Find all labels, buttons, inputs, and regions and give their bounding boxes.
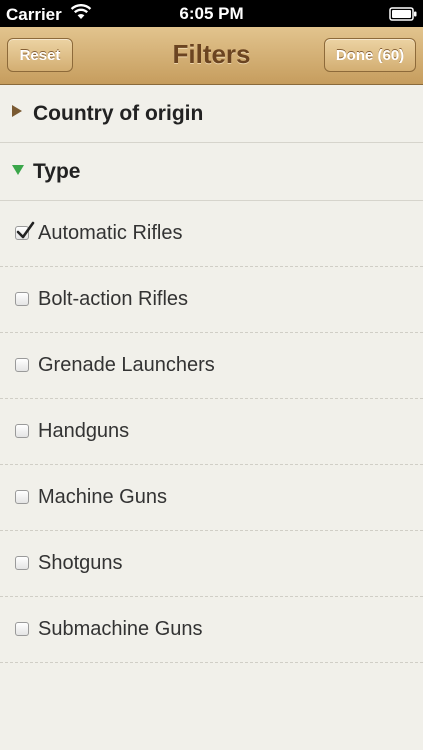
- navigation-bar: Reset Filters Done (60): [0, 27, 423, 85]
- filter-item-machine-guns[interactable]: Machine Guns: [0, 465, 423, 531]
- section-type[interactable]: Type: [0, 143, 423, 201]
- section-label: Type: [33, 159, 81, 183]
- checkbox[interactable]: [15, 424, 29, 438]
- filter-item-shotguns[interactable]: Shotguns: [0, 531, 423, 597]
- filter-item-automatic-rifles[interactable]: Automatic Rifles: [0, 201, 423, 267]
- done-button[interactable]: Done (60): [324, 38, 416, 72]
- filter-item-handguns[interactable]: Handguns: [0, 399, 423, 465]
- status-bar: Carrier 6:05 PM: [0, 0, 423, 27]
- disclosure-down-icon: [11, 163, 25, 181]
- filter-item-label: Shotguns: [38, 552, 123, 574]
- status-time: 6:05 PM: [179, 4, 244, 23]
- filter-item-label: Submachine Guns: [38, 618, 203, 640]
- filter-list: Country of origin Type Automatic Rifles …: [0, 85, 423, 663]
- filter-item-submachine-guns[interactable]: Submachine Guns: [0, 597, 423, 663]
- section-country-of-origin[interactable]: Country of origin: [0, 85, 423, 143]
- checkbox[interactable]: [15, 358, 29, 372]
- filter-item-label: Machine Guns: [38, 486, 167, 508]
- section-label: Country of origin: [33, 101, 204, 125]
- disclosure-right-icon: [11, 104, 23, 123]
- filter-item-label: Handguns: [38, 420, 130, 442]
- filter-item-grenade-launchers[interactable]: Grenade Launchers: [0, 333, 423, 399]
- checkbox[interactable]: [15, 292, 29, 306]
- filter-item-bolt-action-rifles[interactable]: Bolt-action Rifles: [0, 267, 423, 333]
- checkmark-icon: [15, 221, 35, 246]
- filter-item-label: Automatic Rifles: [38, 222, 183, 244]
- checkbox[interactable]: [15, 490, 29, 504]
- filter-item-label: Grenade Launchers: [38, 354, 215, 376]
- checkbox[interactable]: [15, 622, 29, 636]
- checkbox[interactable]: [15, 556, 29, 570]
- battery-icon: [389, 6, 417, 26]
- filter-item-label: Bolt-action Rifles: [38, 288, 189, 310]
